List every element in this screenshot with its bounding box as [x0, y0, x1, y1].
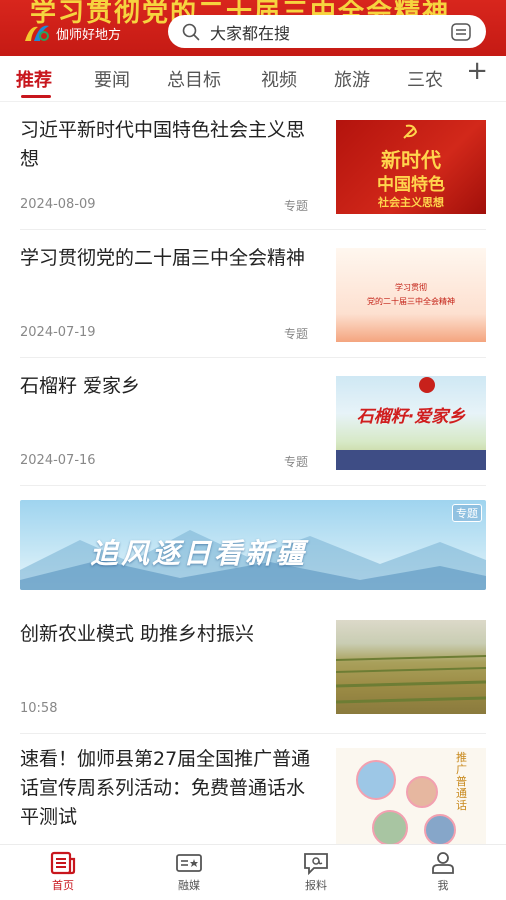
- tab-agriculture[interactable]: 三农: [407, 66, 443, 92]
- promo-banner[interactable]: 追风逐日看新疆 专题: [20, 500, 486, 590]
- tab-tourism[interactable]: 旅游: [334, 66, 370, 92]
- item-tag: 专题: [284, 327, 309, 341]
- search-bar[interactable]: 大家都在搜: [168, 15, 486, 48]
- thumb-photo-circle: [356, 760, 396, 800]
- item-thumbnail: 学习贯彻 党的二十届三中全会精神: [336, 248, 486, 342]
- nav-label: 首页: [52, 879, 74, 892]
- profile-icon: [432, 852, 454, 874]
- nav-home[interactable]: 首页: [23, 851, 103, 893]
- tab-news[interactable]: 要闻: [94, 66, 130, 92]
- divider: [20, 357, 486, 358]
- nav-label: 融媒: [178, 879, 200, 892]
- thumb-photo-circle: [406, 776, 438, 808]
- thumb-text: 新时代: [381, 148, 441, 172]
- nav-profile[interactable]: 我: [403, 851, 483, 893]
- search-icon: [182, 23, 200, 40]
- thumb-text: 社会主义思想: [378, 196, 444, 209]
- logo-text: 伽师好地方: [56, 27, 122, 43]
- divider: [20, 733, 486, 734]
- item-title: 速看！伽师县第27届全国推广普通话宣传周系列活动：免费普通话水平测试: [20, 748, 311, 828]
- search-input[interactable]: 大家都在搜: [210, 20, 450, 44]
- thumb-photo-circle: [424, 814, 456, 844]
- scan-icon[interactable]: [450, 21, 472, 43]
- thumb-text: 党的二十届三中全会精神: [367, 297, 455, 306]
- item-title: 石榴籽 爱家乡: [20, 375, 141, 397]
- news-feed: 习近平新时代中国特色社会主义思想 2024-08-09 专题 新时代 中国特色 …: [0, 102, 506, 844]
- bottom-navigation: 首页 融媒 报料 我: [0, 844, 506, 900]
- active-tab-indicator: [21, 95, 51, 98]
- thumb-text: 推广普通话: [456, 751, 467, 812]
- thumb-photo-circle: [372, 810, 408, 844]
- thumb-text: 石榴籽·爱家乡: [356, 407, 466, 427]
- thumb-text: 学习贯彻: [395, 283, 427, 292]
- item-title: 创新农业模式 助推乡村振兴: [20, 623, 255, 645]
- party-emblem-icon: [403, 124, 418, 139]
- pomegranate-icon: [419, 377, 435, 393]
- item-date: 2024-07-16: [20, 453, 96, 468]
- tab-recommend[interactable]: 推荐: [16, 66, 52, 92]
- item-date: 2024-08-09: [20, 197, 96, 212]
- item-tag: 专题: [284, 199, 309, 213]
- item-thumbnail: [336, 620, 486, 714]
- divider: [20, 229, 486, 230]
- farmland-rows-illustration: [336, 655, 486, 704]
- nav-media[interactable]: 融媒: [149, 851, 229, 893]
- header-bar: 学习贯彻党的二十届三中全会精神 伽师好地方 大家都在搜: [0, 0, 506, 56]
- thumb-text: 中国特色: [377, 175, 445, 195]
- banner-tag: 专题: [452, 504, 482, 522]
- app-logo[interactable]: 伽师好地方: [22, 20, 121, 46]
- logo-icon: [25, 25, 49, 41]
- home-news-icon: [50, 851, 76, 875]
- channel-tabs: 推荐 要闻 总目标 视频 旅游 三农: [0, 56, 506, 102]
- nav-label: 我: [437, 879, 449, 892]
- item-date: 2024-07-19: [20, 325, 96, 340]
- banner-text: 追风逐日看新疆: [90, 537, 308, 570]
- tab-general-goal[interactable]: 总目标: [167, 66, 221, 92]
- media-icon: [176, 854, 202, 872]
- item-title: 习近平新时代中国特色社会主义思想: [20, 119, 306, 170]
- add-channel-button[interactable]: +: [466, 58, 488, 84]
- item-title: 学习贯彻党的二十届三中全会精神: [20, 247, 306, 269]
- report-icon: [304, 853, 328, 875]
- item-thumbnail: 推广普通话: [336, 748, 486, 844]
- nav-report[interactable]: 报料: [276, 851, 356, 893]
- divider: [20, 485, 486, 486]
- thumb-footer-strip: [336, 450, 486, 470]
- item-thumbnail: 新时代 中国特色 社会主义思想: [336, 120, 486, 214]
- nav-label: 报料: [305, 879, 327, 892]
- tab-video[interactable]: 视频: [261, 66, 297, 92]
- item-date: 10:58: [20, 701, 58, 716]
- item-thumbnail: 石榴籽·爱家乡: [336, 376, 486, 470]
- item-tag: 专题: [284, 455, 309, 469]
